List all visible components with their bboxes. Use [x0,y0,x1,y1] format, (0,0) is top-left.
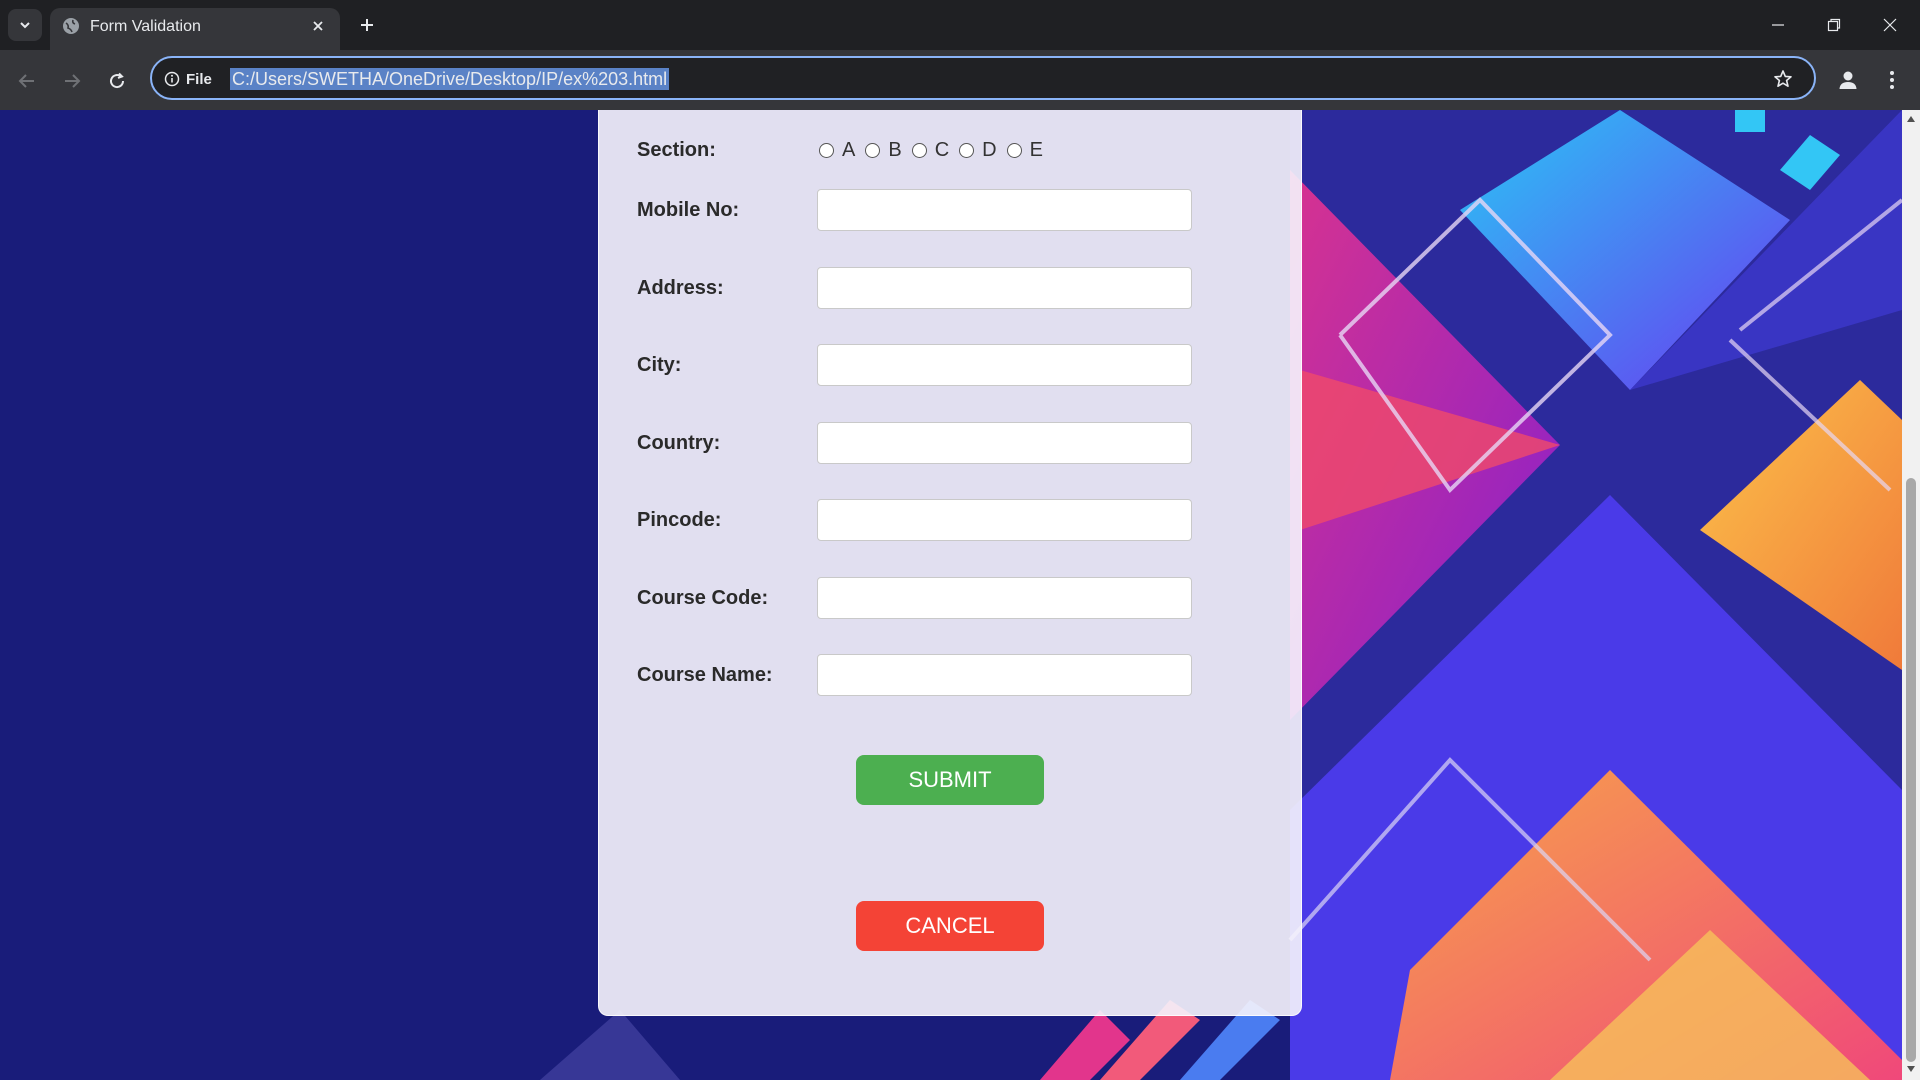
mobile-label: Mobile No: [637,199,740,221]
close-window-button[interactable] [1862,0,1918,50]
back-button[interactable] [10,64,44,98]
mobile-row: Mobile No: [637,189,1237,233]
course-code-label: Course Code: [637,587,769,609]
tab-search-button[interactable] [8,9,42,41]
chevron-down-icon [20,22,30,29]
tab-strip: Form Validation [0,0,1920,50]
course-name-label: Course Name: [637,664,773,686]
scroll-up-arrow-icon[interactable] [1907,116,1915,122]
section-option-label: B [888,139,902,161]
kebab-menu-icon [1890,71,1894,89]
section-option-label: D [982,139,997,161]
pincode-input[interactable] [817,499,1192,541]
arrow-left-icon [18,74,34,88]
section-option-a[interactable]: A [819,139,855,162]
browser-menu-button[interactable] [1878,64,1906,96]
country-label: Country: [637,432,721,454]
section-option-label: E [1029,139,1043,161]
registration-form: Section: A B C D E Mobile No: Address: C… [598,110,1302,1016]
radio-button[interactable] [959,143,975,158]
city-row: City: [637,344,1237,388]
section-option-b[interactable]: B [865,139,902,162]
radio-button[interactable] [911,143,927,158]
cancel-button[interactable]: CANCEL [856,901,1044,951]
section-row: Section: A B C D E [637,135,1237,179]
restore-icon [1827,18,1841,32]
minimize-icon [1772,24,1784,26]
new-tab-button[interactable] [352,10,382,40]
restore-button[interactable] [1806,0,1862,50]
city-input[interactable] [817,344,1192,386]
section-option-e[interactable]: E [1006,139,1043,162]
globe-icon [63,18,79,34]
reload-button[interactable] [100,64,134,98]
scroll-down-arrow-icon[interactable] [1907,1066,1915,1072]
arrow-right-icon [65,74,81,88]
tab-title: Form Validation [90,18,201,35]
submit-button[interactable]: SUBMIT [856,755,1044,805]
profile-button[interactable] [1832,64,1864,96]
tab-close-button[interactable] [306,14,330,38]
browser-toolbar: File C:/Users/SWETHA/OneDrive/Desktop/IP… [0,50,1920,110]
section-option-d[interactable]: D [959,139,997,162]
person-icon [1839,71,1857,89]
course-name-input[interactable] [817,654,1192,696]
section-option-c[interactable]: C [911,139,950,162]
city-label: City: [637,354,682,376]
page-scrollbar[interactable] [1902,110,1920,1080]
course-code-row: Course Code: [637,577,1237,621]
info-icon [164,71,180,87]
course-name-row: Course Name: [637,654,1237,698]
close-icon [313,21,323,31]
active-tab[interactable]: Form Validation [50,8,340,50]
radio-button[interactable] [819,143,834,158]
close-icon [1883,18,1897,32]
address-bar[interactable]: File C:/Users/SWETHA/OneDrive/Desktop/IP… [150,56,1816,100]
star-icon [1774,70,1792,87]
address-row: Address: [637,267,1237,311]
country-input[interactable] [817,422,1192,464]
plus-icon [361,19,373,31]
minimize-button[interactable] [1750,0,1806,50]
pincode-row: Pincode: [637,499,1237,543]
radio-button[interactable] [865,143,881,158]
section-option-label: A [842,139,856,161]
reload-icon [110,72,125,89]
address-label: Address: [637,277,724,299]
mobile-input[interactable] [817,189,1192,231]
section-radio-group: A B C D E [819,139,1053,162]
forward-button[interactable] [55,64,89,98]
address-input[interactable] [817,267,1192,309]
page-viewport: Section: A B C D E Mobile No: Address: C… [0,110,1902,1080]
url-text[interactable]: C:/Users/SWETHA/OneDrive/Desktop/IP/ex%2… [230,68,670,90]
section-option-label: C [934,139,950,161]
scrollbar-thumb[interactable] [1906,478,1916,1062]
bookmark-button[interactable] [1770,66,1796,92]
site-info-label: File [186,70,212,88]
course-code-input[interactable] [817,577,1192,619]
pincode-label: Pincode: [637,509,722,531]
country-row: Country: [637,422,1237,466]
section-label: Section: [637,139,716,161]
site-info-chip[interactable]: File [164,66,212,92]
radio-button[interactable] [1006,143,1022,158]
